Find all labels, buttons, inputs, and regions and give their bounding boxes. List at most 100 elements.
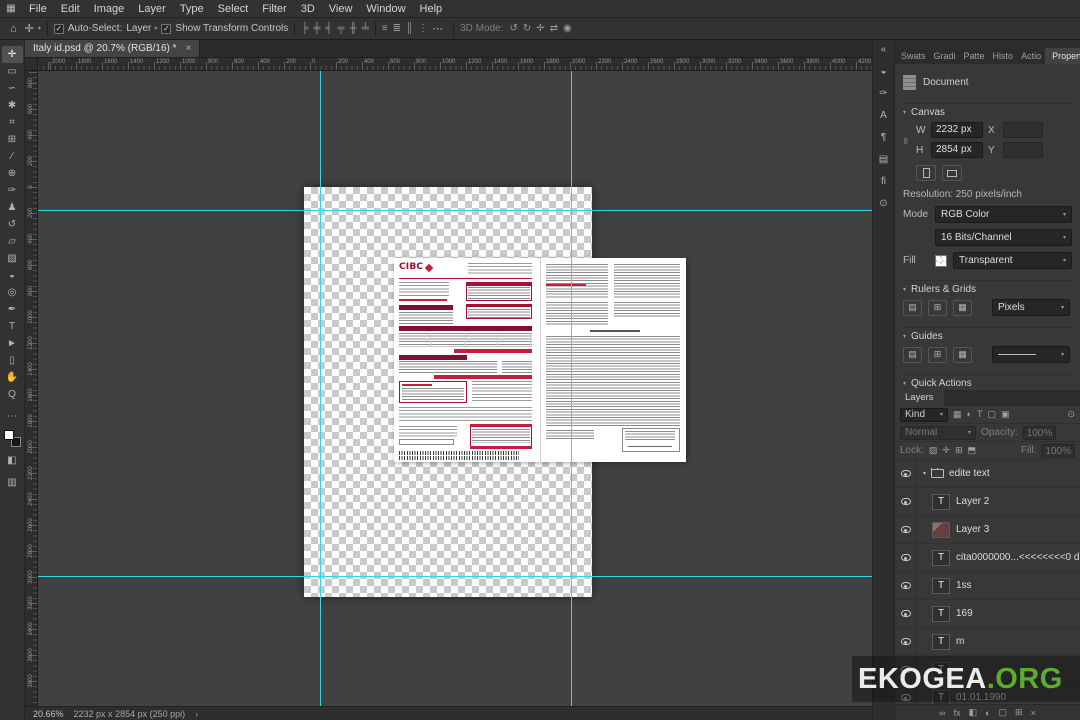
3d-mode-icon-5[interactable]: ◉ bbox=[563, 23, 572, 34]
foreground-color-swatch[interactable] bbox=[3, 430, 14, 440]
document-tab[interactable]: Italy id.psd @ 20.7% (RGB/16) * × bbox=[25, 40, 201, 57]
align-icon-3[interactable]: ╡ bbox=[325, 23, 332, 34]
move-tool[interactable]: ✛ bbox=[1, 46, 23, 63]
blend-mode-select[interactable]: Normal ▾ bbox=[900, 425, 976, 440]
height-input[interactable]: 2854 px bbox=[931, 142, 983, 158]
home-icon[interactable]: ⌂ bbox=[6, 23, 21, 35]
guide-option-button-2[interactable]: ⊞ bbox=[928, 346, 947, 363]
menu-filter[interactable]: Filter bbox=[255, 3, 293, 15]
menu-image[interactable]: Image bbox=[87, 3, 132, 15]
menu-3d[interactable]: 3D bbox=[294, 3, 322, 15]
group-expand-icon[interactable]: ▾ bbox=[923, 470, 926, 477]
lock-icon-2[interactable]: ✛ bbox=[942, 445, 950, 456]
layer-name[interactable]: 1ss bbox=[956, 580, 972, 591]
align-icon-6[interactable]: ╧ bbox=[362, 23, 369, 34]
eraser-tool[interactable]: ▱ bbox=[2, 233, 23, 250]
gradient-tool[interactable]: ▨ bbox=[2, 250, 23, 267]
dodge-tool[interactable]: ◎ bbox=[2, 284, 23, 301]
blur-tool[interactable]: ◒ bbox=[2, 267, 23, 284]
guide-horizontal-1[interactable] bbox=[38, 210, 872, 211]
align-icon-4[interactable]: ╤ bbox=[338, 23, 345, 34]
layer-visibility-toggle[interactable] bbox=[895, 572, 917, 599]
screen-mode-icon[interactable]: ▥ bbox=[2, 474, 23, 491]
layers-footer-icon-3[interactable]: ◧ bbox=[969, 707, 978, 718]
layer-row[interactable]: Layer 3 bbox=[895, 516, 1080, 544]
photoshop-app-icon[interactable]: ▦ bbox=[0, 3, 22, 14]
align-icon-2[interactable]: ╪ bbox=[313, 23, 320, 34]
menu-select[interactable]: Select bbox=[211, 3, 256, 15]
paragraph-panel-icon[interactable]: ¶ bbox=[881, 132, 886, 143]
menu-help[interactable]: Help bbox=[413, 3, 450, 15]
layers-footer-icon-5[interactable]: ▢ bbox=[999, 707, 1008, 718]
path-select-tool[interactable]: ► bbox=[2, 335, 23, 352]
guide-option-button-1[interactable]: ▤ bbox=[903, 346, 922, 363]
layers-footer-icon-4[interactable]: ◐ bbox=[985, 708, 990, 718]
layer-kind-select[interactable]: Kind ▾ bbox=[900, 407, 948, 422]
collapse-panels-icon[interactable]: « bbox=[881, 44, 887, 55]
layer-row[interactable]: T 1ss bbox=[895, 572, 1080, 600]
layer-name[interactable]: Layer 2 bbox=[956, 496, 989, 507]
auto-select-checkbox[interactable]: ✓ bbox=[53, 23, 64, 34]
portrait-orientation-button[interactable] bbox=[916, 165, 936, 181]
close-icon[interactable]: × bbox=[186, 43, 192, 54]
layers-footer-icon-1[interactable]: ∞ bbox=[939, 708, 945, 718]
panel-tab-histo[interactable]: Histo bbox=[989, 48, 1018, 64]
auto-select-target-dropdown[interactable]: Layer ▾ bbox=[126, 23, 157, 34]
layer-name[interactable]: Layer 3 bbox=[956, 524, 989, 535]
clone-source-panel-icon[interactable]: ⊙ bbox=[879, 198, 887, 209]
quick-mask-icon[interactable]: ◧ bbox=[2, 452, 23, 469]
guide-horizontal-2[interactable] bbox=[38, 576, 872, 577]
zoom-level[interactable]: 20.66% bbox=[33, 709, 64, 719]
lock-icon-3[interactable]: ⊞ bbox=[955, 445, 963, 456]
guide-vertical-1[interactable] bbox=[320, 71, 321, 706]
fill-swatch[interactable] bbox=[935, 254, 947, 267]
text-layer-thumbnail[interactable]: T bbox=[932, 633, 950, 650]
distribute-icon-1[interactable]: ≡ bbox=[382, 23, 388, 34]
layer-fill-input[interactable]: 100% bbox=[1041, 443, 1075, 458]
layer-visibility-toggle[interactable] bbox=[895, 460, 917, 487]
layer-filter-icon-1[interactable]: ▦ bbox=[953, 409, 962, 420]
eyedropper-tool[interactable]: ∕ bbox=[2, 148, 23, 165]
distribute-icon-2[interactable]: ≣ bbox=[393, 23, 401, 34]
vertical-ruler[interactable]: 800 600 400 200 0 200 400 600 800 1000 1200 1400 160… bbox=[25, 71, 38, 706]
toggle-rulers-button[interactable]: ▤ bbox=[903, 299, 922, 316]
lock-icon-4[interactable]: ⬒ bbox=[968, 445, 977, 456]
menu-window[interactable]: Window bbox=[359, 3, 412, 15]
move-tool-option-icon[interactable]: ✛ bbox=[21, 22, 38, 35]
tool-preset-chevron-icon[interactable]: ▾ bbox=[38, 25, 41, 32]
x-input[interactable] bbox=[1003, 122, 1043, 138]
layers-footer-icon-6[interactable]: ⊞ bbox=[1015, 707, 1023, 718]
filter-toggle-icon[interactable]: ⊙ bbox=[1067, 409, 1075, 420]
glyphs-panel-icon[interactable]: fi bbox=[881, 176, 886, 187]
history-brush-tool[interactable]: ↺ bbox=[2, 216, 23, 233]
layer-filter-icon-2[interactable]: ◐ bbox=[967, 409, 972, 420]
width-input[interactable]: 2232 px bbox=[931, 122, 983, 138]
status-chevron-icon[interactable]: › bbox=[195, 709, 198, 719]
menu-layer[interactable]: Layer bbox=[131, 3, 173, 15]
layer-name[interactable]: edite text bbox=[949, 468, 990, 479]
3d-mode-icon-1[interactable]: ↺ bbox=[509, 23, 517, 34]
canvas-section-header[interactable]: ▾ Canvas bbox=[903, 103, 1072, 118]
opacity-input[interactable]: 100% bbox=[1022, 425, 1057, 440]
adjustments-panel-icon[interactable]: ◒ bbox=[880, 66, 886, 77]
toggle-grid-button[interactable]: ⊞ bbox=[928, 299, 947, 316]
layer-row[interactable]: ▾ edite text bbox=[895, 460, 1080, 488]
guide-vertical-2[interactable] bbox=[571, 71, 572, 706]
panel-tab-swats[interactable]: Swats bbox=[897, 48, 930, 64]
layers-footer-icon-2[interactable]: fx bbox=[954, 708, 961, 718]
character-panel-icon[interactable]: A bbox=[880, 110, 887, 121]
text-layer-thumbnail[interactable]: T bbox=[932, 577, 950, 594]
align-icon-1[interactable]: ╞ bbox=[301, 23, 308, 34]
layer-row[interactable]: Tm bbox=[895, 628, 1080, 656]
libraries-panel-icon[interactable]: ▤ bbox=[879, 154, 888, 165]
panel-tab-gradi[interactable]: Gradi bbox=[930, 48, 960, 64]
healing-brush-tool[interactable]: ⊕ bbox=[2, 165, 23, 182]
text-layer-thumbnail[interactable]: T bbox=[932, 605, 950, 622]
hand-tool[interactable]: ✋ bbox=[2, 369, 23, 386]
layer-row[interactable]: Tcita0000000...<<<<<<<<0 d bbox=[895, 544, 1080, 572]
menu-file[interactable]: File bbox=[22, 3, 54, 15]
rulers-grids-section-header[interactable]: ▾ Rulers & Grids bbox=[903, 280, 1072, 295]
cibc-statement-artwork[interactable]: CIBC bbox=[394, 258, 686, 462]
guide-style-select[interactable]: ▾ bbox=[992, 346, 1070, 363]
lock-icon-1[interactable]: ▨ bbox=[929, 445, 938, 456]
